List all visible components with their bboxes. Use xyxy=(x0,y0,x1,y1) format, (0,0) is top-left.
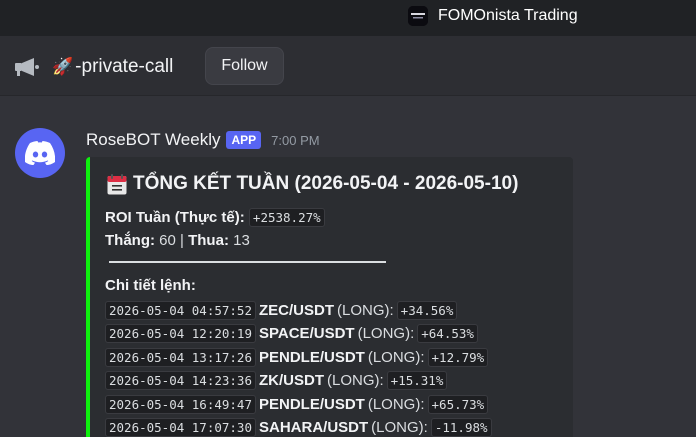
trade-pair: ZK/USDT xyxy=(259,372,324,389)
author-name[interactable]: RoseBOT Weekly xyxy=(86,130,220,150)
trade-row: 2026-05-04 04:57:52 ZEC/USDT (LONG): +34.56… xyxy=(105,300,458,320)
trade-pair: PENDLE/USDT xyxy=(259,395,365,413)
announcement-megaphone-icon xyxy=(15,58,39,76)
trade-side: (LONG): xyxy=(337,301,394,319)
separator: | xyxy=(180,232,184,249)
message-timestamp: 7:00 PM xyxy=(271,132,320,148)
embed-title: TỔNG KẾT TUẦN (2026-05-04 - 2026-05-10) xyxy=(107,173,518,195)
embed-title-text: TỔNG KẾT TUẦN (2026-05-04 - 2026-05-10) xyxy=(133,173,519,194)
trade-row: 2026-05-04 16:49:47 PENDLE/USDT (LONG): +65… xyxy=(105,394,489,414)
losses-value: 13 xyxy=(233,232,250,249)
message-header: RoseBOT Weekly APP 7:00 PM xyxy=(86,130,320,150)
wins-label: Thắng: xyxy=(105,232,155,249)
trade-pnl: +65.73% xyxy=(427,394,489,414)
trade-row: 2026-05-04 12:20:19 SPACE/USDT (LONG): +64.… xyxy=(105,324,478,344)
roi-line: ROI Tuần (Thực tế): +2538.27% xyxy=(105,208,325,227)
trade-row: 2026-05-04 13:17:26 PENDLE/USDT (LONG): +12… xyxy=(105,347,489,367)
calendar-icon xyxy=(107,173,127,194)
rocket-icon: 🚀 xyxy=(52,57,74,76)
trade-pnl: +15.31% xyxy=(386,371,448,390)
trade-pair: ZEC/USDT xyxy=(259,301,334,319)
details-label: Chi tiết lệnh: xyxy=(105,277,196,294)
trade-time: 2026-05-04 13:17:26 xyxy=(105,347,256,367)
divider xyxy=(109,261,386,263)
app-badge: APP xyxy=(226,131,262,149)
trade-pnl: +64.53% xyxy=(417,324,478,343)
trade-pnl: +34.56% xyxy=(396,300,458,320)
trade-pnl: +12.79% xyxy=(427,347,489,367)
trade-pair: SPACE/USDT xyxy=(259,325,355,342)
roi-label: ROI Tuần (Thực tế): xyxy=(105,209,245,226)
trade-pair: PENDLE/USDT xyxy=(259,348,365,366)
trade-side: (LONG): xyxy=(367,348,425,366)
losses-label: Thua: xyxy=(188,232,229,249)
trade-pair: SAHARA/USDT xyxy=(259,419,369,436)
trade-row: 2026-05-04 14:23:36 ZK/USDT (LONG): +15.31% xyxy=(105,371,448,391)
channel-name-text: -private-call xyxy=(75,56,174,77)
win-loss-line: Thắng: 60 | Thua: 13 xyxy=(105,232,250,249)
message-embed: TỔNG KẾT TUẦN (2026-05-04 - 2026-05-10) … xyxy=(86,157,573,437)
trade-time: 2026-05-04 14:23:36 xyxy=(105,371,256,390)
trade-row: 2026-05-04 17:07:30 SAHARA/USDT (LONG): -11… xyxy=(105,418,492,437)
trade-side: (LONG): xyxy=(357,325,415,342)
details-heading: Chi tiết lệnh: xyxy=(105,277,196,294)
channel-name: 🚀 -private-call xyxy=(52,56,173,78)
trade-time: 2026-05-04 12:20:19 xyxy=(105,324,256,343)
trade-side: (LONG): xyxy=(367,395,425,413)
trade-side: (LONG): xyxy=(327,372,384,389)
roi-value: +2538.27% xyxy=(248,208,325,227)
trade-time: 2026-05-04 04:57:52 xyxy=(105,300,256,320)
server-header: FOMOnista Trading xyxy=(0,0,696,36)
trade-side: (LONG): xyxy=(371,419,428,436)
trade-time: 2026-05-04 16:49:47 xyxy=(105,394,256,414)
server-name: FOMOnista Trading xyxy=(438,7,578,24)
avatar[interactable] xyxy=(15,128,65,178)
server-title[interactable]: FOMOnista Trading xyxy=(408,6,578,26)
trade-time: 2026-05-04 17:07:30 xyxy=(105,418,256,437)
server-logo-icon xyxy=(408,6,428,26)
follow-button[interactable]: Follow xyxy=(205,47,284,85)
trade-pnl: -11.98% xyxy=(430,418,492,437)
wins-value: 60 xyxy=(159,232,176,249)
discord-logo-icon xyxy=(25,141,55,165)
